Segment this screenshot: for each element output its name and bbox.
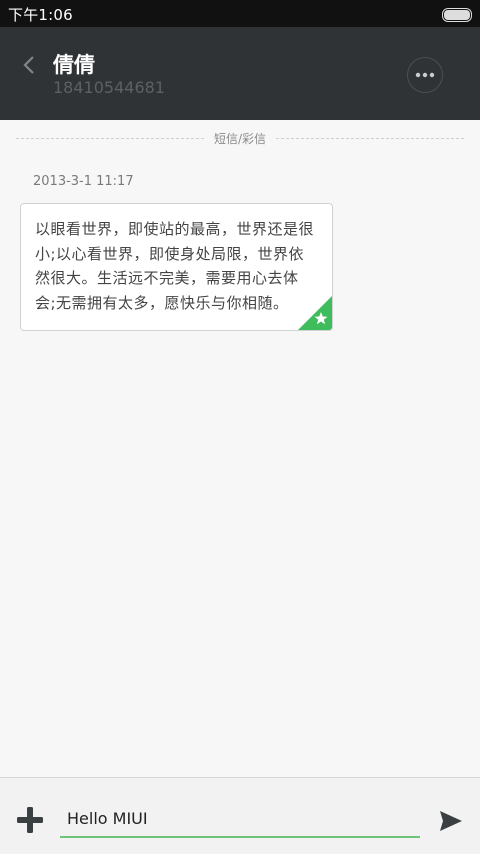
back-chevron-icon [23,56,34,74]
message-text: 以眼看世界，即使站的最高，世界还是很小;以心看世界，即使身处局限，世界依然很大。… [35,220,315,312]
message-timestamp: 2013-3-1 11:17 [33,174,134,189]
plus-icon [17,807,43,833]
send-button[interactable] [438,808,464,834]
status-bar: 下午1:06 [0,0,480,27]
back-button[interactable] [14,47,44,83]
divider-label: 短信/彩信 [213,131,267,146]
message-bubble[interactable]: 以眼看世界，即使站的最高，世界还是很小;以心看世界，即使身处局限，世界依然很大。… [20,203,333,331]
conversation-header: 倩倩 18410544681 [0,27,480,120]
star-icon [298,296,332,330]
add-attachment-button[interactable] [14,804,46,836]
thread-divider: 短信/彩信 [16,130,465,146]
contact-number: 18410544681 [53,78,165,97]
message-input-value: Hello MIUI [67,809,148,828]
battery-icon [442,8,472,22]
message-input[interactable]: Hello MIUI [60,806,420,838]
compose-bar: Hello MIUI [0,777,480,854]
more-options-button[interactable] [407,57,443,93]
more-dots-icon [415,72,435,78]
status-time: 下午1:06 [8,6,73,24]
send-icon [440,811,462,831]
contact-name: 倩倩 [53,53,95,77]
